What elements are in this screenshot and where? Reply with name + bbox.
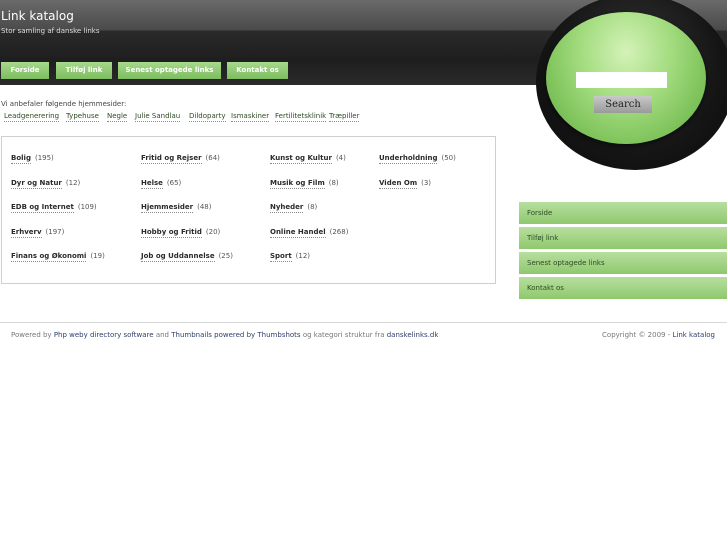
category-link[interactable]: Fritid og Rejser (141, 154, 202, 164)
category-count: (20) (205, 228, 221, 236)
category-item: Helse (65) (141, 179, 182, 189)
category-count: (197) (45, 228, 65, 236)
category-link[interactable]: Kunst og Kultur (270, 154, 332, 164)
category-link[interactable]: EDB og Internet (11, 203, 74, 213)
category-item: Job og Uddannelse (25) (141, 252, 233, 262)
category-count: (12) (65, 179, 81, 187)
search-button[interactable]: Search (594, 96, 652, 113)
footer-copyright-link[interactable]: Link katalog (673, 331, 716, 339)
category-count: (3) (421, 179, 432, 187)
category-link[interactable]: Hjemmesider (141, 203, 194, 213)
footer-danskelinks-link[interactable]: danskelinks.dk (387, 331, 439, 339)
recommended-link[interactable]: Fertilitetsklinik (275, 112, 327, 122)
category-item: Kunst og Kultur (4) (270, 154, 346, 164)
category-item: Dyr og Natur (12) (11, 179, 81, 189)
category-item: EDB og Internet (109) (11, 203, 97, 213)
nav-tilfoej-link[interactable]: Tilføj link (56, 62, 112, 79)
sidebar-item-senest-optagede-links[interactable]: Senest optagede links (519, 252, 727, 274)
category-item: Bolig (195) (11, 154, 54, 164)
search-input[interactable] (576, 72, 667, 88)
category-link[interactable]: Bolig (11, 154, 31, 164)
recommended-link[interactable]: Dildoparty (189, 112, 226, 122)
recommended-link[interactable]: Negle (107, 112, 128, 122)
category-link[interactable]: Erhverv (11, 228, 42, 238)
category-count: (268) (329, 228, 349, 236)
category-item: Hobby og Fritid (20) (141, 228, 221, 238)
category-count: (195) (34, 154, 54, 162)
sidebar-item-kontakt-os[interactable]: Kontakt os (519, 277, 727, 299)
footer-copyright-text: Copyright © 2009 - (602, 331, 671, 339)
category-item: Online Handel (268) (270, 228, 349, 238)
footer-thumbshots-link[interactable]: Thumbnails powered by Thumbshots (171, 331, 300, 339)
footer-copyright: Copyright © 2009 - Link katalog (602, 331, 715, 339)
category-item: Musik og Film (8) (270, 179, 339, 189)
category-count: (48) (197, 203, 212, 211)
recommended-link[interactable]: Træpiller (329, 112, 360, 122)
category-count: (12) (295, 252, 311, 260)
footer-divider (0, 322, 727, 323)
recommended-link[interactable]: Ismaskiner (231, 112, 270, 122)
footer-credits: Powered by Php weby directory software a… (11, 331, 438, 339)
footer-powered-by: Powered by (11, 331, 52, 339)
nav-kontakt-os[interactable]: Kontakt os (227, 62, 288, 79)
category-item: Finans og Økonomi (19) (11, 252, 105, 262)
category-count: (19) (90, 252, 105, 260)
category-item: Underholdning (50) (379, 154, 456, 164)
category-item: Sport (12) (270, 252, 311, 262)
category-item: Nyheder (8) (270, 203, 318, 213)
category-link[interactable]: Finans og Økonomi (11, 252, 87, 262)
category-link[interactable]: Sport (270, 252, 292, 262)
footer-and: and (155, 331, 169, 339)
recommend-label: Vi anbefaler følgende hjemmesider: (1, 100, 127, 108)
category-count: (65) (166, 179, 182, 187)
recommended-link[interactable]: Julie Sandlau (135, 112, 181, 122)
category-link[interactable]: Hobby og Fritid (141, 228, 202, 238)
footer-php-link[interactable]: Php weby directory software (54, 331, 154, 339)
site-subtitle: Stor samling af danske links (1, 27, 100, 35)
recommended-link[interactable]: Leadgenerering (4, 112, 60, 122)
category-count: (109) (77, 203, 97, 211)
category-count: (25) (218, 252, 233, 260)
sidebar-item-tilfoej-link[interactable]: Tilføj link (519, 227, 727, 249)
category-item: Erhverv (197) (11, 228, 65, 238)
category-count: (50) (441, 154, 456, 162)
category-link[interactable]: Nyheder (270, 203, 304, 213)
category-link[interactable]: Dyr og Natur (11, 179, 62, 189)
recommended-link[interactable]: Typehuse (66, 112, 99, 122)
category-count: (64) (205, 154, 220, 162)
category-count: (4) (335, 154, 346, 162)
category-item: Fritid og Rejser (64) (141, 154, 220, 164)
category-link[interactable]: Helse (141, 179, 163, 189)
nav-senest-optagede-links[interactable]: Senest optagede links (118, 62, 221, 79)
category-count: (8) (328, 179, 339, 187)
category-link[interactable]: Underholdning (379, 154, 438, 164)
category-item: Viden Om (3) (379, 179, 432, 189)
category-link[interactable]: Viden Om (379, 179, 418, 189)
nav-forside[interactable]: Forside (1, 62, 49, 79)
site-title[interactable]: Link katalog (1, 9, 74, 23)
category-item: Hjemmesider (48) (141, 203, 212, 213)
footer-category-text: og kategori struktur fra (302, 331, 385, 339)
category-count: (8) (307, 203, 318, 211)
sidebar-item-forside[interactable]: Forside (519, 202, 727, 224)
category-link[interactable]: Job og Uddannelse (141, 252, 215, 262)
category-link[interactable]: Musik og Film (270, 179, 325, 189)
category-link[interactable]: Online Handel (270, 228, 326, 238)
category-directory: Bolig (195) Dyr og Natur (12) EDB og Inter… (1, 136, 496, 284)
